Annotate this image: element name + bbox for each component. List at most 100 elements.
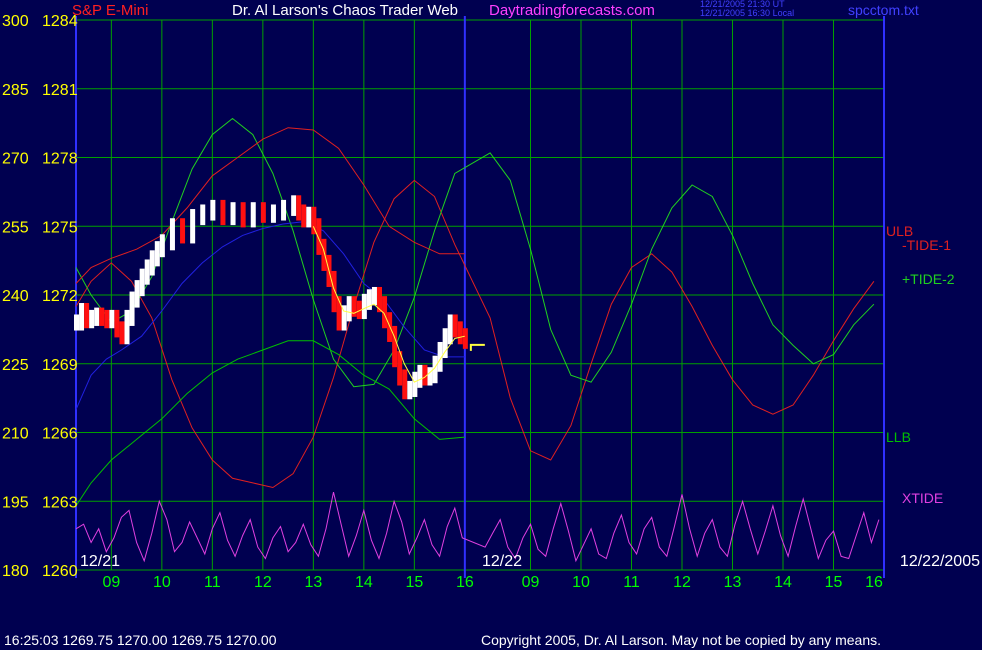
price-scale-label: 1281 (42, 82, 78, 99)
price-bar (296, 195, 302, 221)
price-bar (427, 367, 433, 386)
left-scale-label: 210 (2, 426, 29, 443)
quote-readout: 16:25:03 1269.75 1270.00 1269.75 1270.00 (4, 632, 277, 648)
price-scale-label: 1272 (42, 288, 78, 305)
price-bar (144, 259, 150, 285)
price-bar (134, 280, 140, 308)
price-bar (306, 206, 312, 228)
price-bar (457, 321, 463, 345)
time-tick-label: 14 (355, 574, 373, 591)
price-bar (84, 303, 90, 329)
time-tick-label: 16 (865, 574, 883, 591)
price-bar (250, 202, 256, 228)
time-tick-label: 10 (153, 574, 171, 591)
left-scale-label: 180 (2, 563, 29, 580)
price-bar (94, 307, 100, 326)
left-scale-label: 255 (2, 219, 29, 236)
price-bar (260, 202, 266, 223)
price-bar (159, 234, 165, 258)
time-tick-label: 12 (673, 574, 691, 591)
time-tick-label: 11 (204, 574, 221, 591)
price-bar (200, 204, 206, 226)
price-bar (452, 314, 458, 338)
price-bar (462, 328, 468, 349)
price-bar (169, 218, 175, 251)
price-bar (154, 241, 160, 267)
price-bar (407, 380, 413, 400)
price-bar (149, 250, 155, 276)
price-bar (331, 270, 337, 313)
price-scale-label: 1266 (42, 426, 78, 443)
time-tick-label: 13 (304, 574, 322, 591)
time-tick-label: 15 (825, 574, 843, 591)
price-scale-label: 1263 (42, 494, 78, 511)
price-bar (114, 309, 120, 338)
price-bar (79, 303, 85, 331)
price-bar (119, 321, 125, 345)
date-label: 12/22 (482, 553, 522, 570)
series-label: +TIDE-2 (902, 271, 955, 287)
price-bar (89, 309, 95, 329)
price-bar (230, 202, 236, 226)
price-bar (104, 309, 110, 329)
time-tick-label: 12 (254, 574, 272, 591)
time-tick-label: 09 (522, 574, 540, 591)
price-bar (240, 202, 246, 228)
price-bar (301, 204, 307, 228)
date-label: 12/22/2005 (900, 553, 980, 570)
price-bar (447, 314, 453, 345)
price-bar (316, 218, 322, 255)
price-bar (377, 286, 382, 313)
chart-canvas: 300 1284285 1281270 1278255 1275240 1272225 12… (2, 13, 980, 591)
price-bar (361, 293, 367, 320)
price-bar (124, 309, 130, 345)
time-local-label: 12/21/2005 16:30 Local (700, 8, 795, 18)
series-line-xtide (75, 491, 880, 563)
series-label: XTIDE (902, 490, 943, 506)
instrument-label: S&P E-Mini (72, 2, 149, 19)
price-bar (351, 296, 357, 317)
left-scale-label: 195 (2, 494, 29, 511)
price-bar (129, 291, 135, 326)
price-bar (371, 286, 377, 306)
price-bar (281, 199, 287, 221)
left-scale-label: 270 (2, 151, 29, 168)
series-line-ulb (75, 127, 465, 284)
grid (76, 19, 885, 571)
time-tick-label: 09 (102, 574, 120, 591)
price-bar (270, 204, 276, 223)
left-scale-label: 240 (2, 288, 29, 305)
last-price-marker (469, 343, 485, 351)
chart-title: Dr. Al Larson's Chaos Trader Web (232, 2, 459, 19)
price-bar (190, 209, 196, 244)
file-label: spcctom.txt (848, 2, 919, 18)
price-bar (402, 369, 408, 400)
price-bar (417, 364, 423, 388)
left-scale-label: 225 (2, 357, 29, 374)
series-line-tide2 (75, 117, 875, 388)
time-tick-label: 16 (456, 574, 474, 591)
series-label: -TIDE-1 (902, 237, 951, 253)
left-scale-label: 285 (2, 82, 29, 99)
time-tick-label: 11 (623, 574, 640, 591)
left-scale-label: 300 (2, 13, 29, 30)
price-scale-label: 1269 (42, 357, 78, 374)
price-bar (220, 199, 226, 226)
price-bar (392, 325, 398, 368)
date-label: 12/21 (80, 553, 120, 570)
series-line-llb (75, 340, 465, 507)
site-link[interactable]: Daytradingforecasts.com (489, 2, 655, 19)
price-bar (291, 195, 297, 216)
price-bar (109, 309, 115, 329)
price-bar (346, 296, 352, 322)
price-bar (412, 371, 418, 397)
price-bar (210, 199, 216, 221)
price-bar (99, 307, 105, 326)
price-scale-label: 1278 (42, 151, 78, 168)
time-tick-label: 10 (572, 574, 590, 591)
time-tick-label: 14 (774, 574, 792, 591)
price-bar (74, 314, 79, 331)
time-tick-label: 13 (724, 574, 742, 591)
time-tick-label: 15 (405, 574, 423, 591)
price-bar (139, 268, 145, 297)
